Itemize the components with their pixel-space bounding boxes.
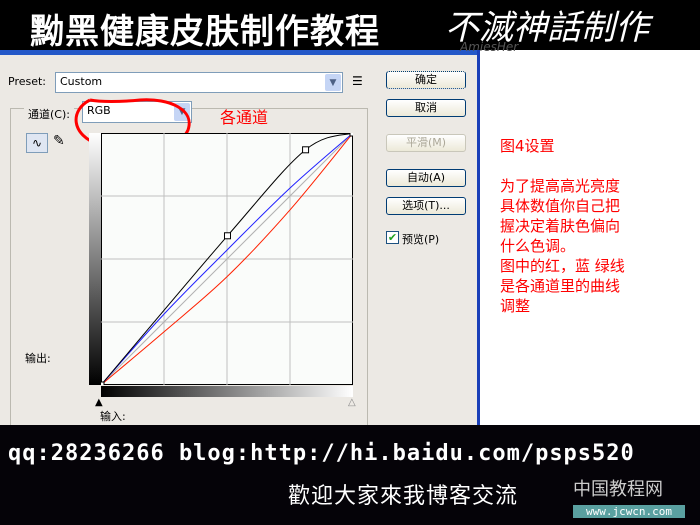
ok-button[interactable]: 确定 bbox=[386, 71, 466, 89]
cancel-button[interactable]: 取消 bbox=[386, 99, 466, 117]
input-gradient bbox=[101, 386, 353, 397]
curve-control-point[interactable] bbox=[349, 133, 353, 137]
black-point-slider[interactable]: ▲ bbox=[95, 397, 103, 408]
options-button[interactable]: 选项(T)... bbox=[386, 197, 466, 215]
notes-text: 图4设置 为了提高高光亮度 具体数值你自己把 握决定着肤色偏向 什么色调。 图中… bbox=[500, 137, 625, 315]
input-label: 输入: bbox=[100, 410, 126, 423]
site-watermark-url: www.jcwcn.com bbox=[573, 505, 685, 518]
pencil-icon[interactable]: ✎ bbox=[53, 133, 65, 149]
footer: qq:28236266 blog:http://hi.baidu.com/psp… bbox=[0, 425, 700, 525]
curves-graph[interactable] bbox=[101, 133, 353, 385]
chevron-down-icon: ▼ bbox=[325, 74, 341, 91]
white-point-slider[interactable]: △ bbox=[348, 397, 356, 408]
auto-button[interactable]: 自动(A) bbox=[386, 169, 466, 187]
preview-checkbox[interactable]: ✔ bbox=[386, 231, 399, 244]
output-label: 输出: bbox=[25, 352, 51, 365]
curve-control-point[interactable] bbox=[302, 146, 310, 154]
smooth-button[interactable]: 平滑(M) bbox=[386, 134, 466, 152]
output-gradient bbox=[89, 133, 101, 385]
banner-title: 黝黑健康皮肤制作教程 bbox=[30, 12, 380, 52]
curve-control-point[interactable] bbox=[223, 232, 231, 240]
preset-label: Preset: bbox=[8, 75, 47, 88]
preview-label: 预览(P) bbox=[402, 233, 440, 246]
preset-options-icon[interactable]: ☰ bbox=[352, 74, 363, 88]
channel-annotation: 各通道 bbox=[220, 108, 269, 127]
welcome-text: 歡迎大家來我博客交流 bbox=[288, 484, 519, 509]
dialog-border bbox=[477, 50, 480, 425]
logo-signature: AmiesHer bbox=[460, 40, 519, 54]
curve-tool-icon[interactable]: ∿ bbox=[26, 133, 48, 153]
site-watermark-name: 中国教程网 bbox=[573, 479, 663, 500]
contact-info: qq:28236266 blog:http://hi.baidu.com/psp… bbox=[8, 441, 635, 466]
curve-control-point[interactable] bbox=[101, 381, 105, 385]
dialog-titlebar bbox=[0, 50, 478, 55]
preset-value: Custom bbox=[60, 75, 103, 88]
